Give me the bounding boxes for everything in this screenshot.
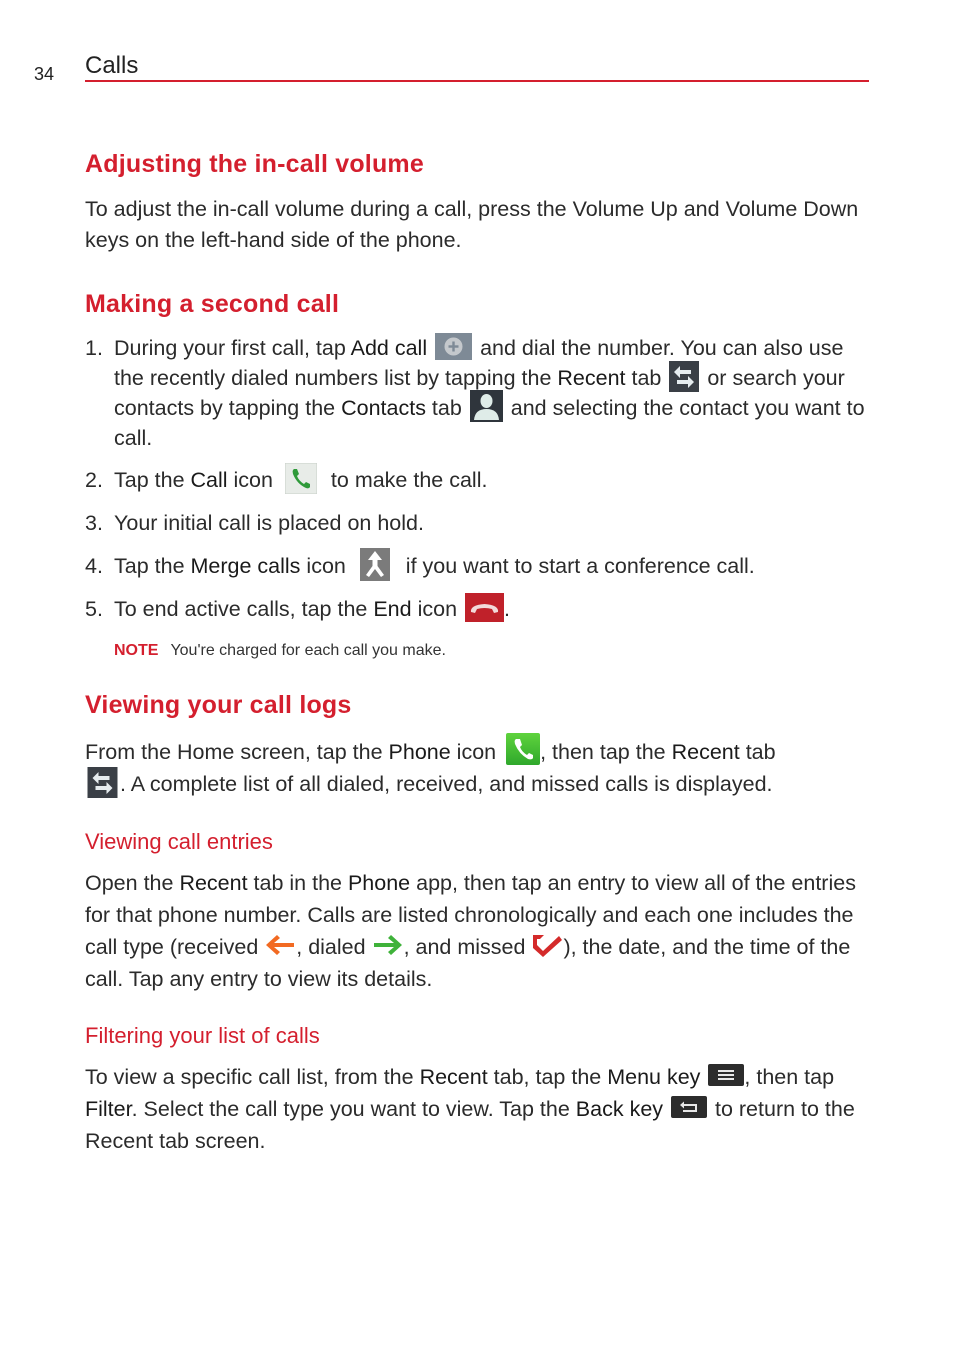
term-add-call: Add call [350, 336, 428, 360]
menu-key-icon [708, 1064, 745, 1087]
text: to make the call. [324, 468, 488, 492]
text: if you want to start a conference call. [399, 554, 755, 578]
text: . Select the call type you want to view.… [131, 1097, 576, 1121]
text: icon [411, 597, 463, 621]
filtering-paragraph: To view a specific call list, from the R… [85, 1061, 875, 1157]
step-number: 2. [85, 468, 103, 492]
heading-adjusting-volume: Adjusting the in-call volume [85, 150, 424, 178]
heading-second-call: Making a second call [85, 290, 340, 318]
text: To view a specific call list, from the [85, 1065, 420, 1089]
add-call-icon [435, 332, 473, 360]
note-text: You're charged for each call you make. [170, 642, 446, 659]
heading-call-entries: Viewing call entries [85, 829, 273, 854]
term-back-key: Back key [575, 1097, 664, 1121]
recent-tab-icon [87, 766, 118, 798]
term-call: Call [190, 468, 228, 492]
text: During your first call, tap [114, 336, 351, 360]
text: icon [300, 554, 352, 578]
note: NOTE You're charged for each call you mak… [114, 642, 446, 660]
step-text: To end active calls, tap the End icon . [114, 592, 874, 624]
step-text: Your initial call is placed on hold. [114, 511, 424, 535]
text: , dialed [296, 935, 372, 959]
merge-calls-icon [359, 547, 390, 581]
contacts-tab-icon [469, 390, 503, 423]
end-call-icon [465, 592, 504, 622]
text: From the Home screen, tap the [85, 740, 389, 764]
heading-call-logs: Viewing your call logs [85, 691, 352, 719]
missed-call-icon [531, 932, 563, 958]
text: . A complete list of all dialed, receive… [120, 772, 773, 796]
term-phone: Phone [347, 871, 411, 895]
header-rule [85, 80, 869, 82]
step-text: Tap the Merge calls icon if you want to … [114, 547, 874, 581]
term-filter: Filter [85, 1097, 132, 1121]
back-key-icon [671, 1096, 708, 1119]
term-recent: Recent [419, 1065, 488, 1089]
dialed-call-icon [372, 933, 404, 957]
step-number: 1. [85, 336, 103, 360]
text: , and missed [403, 935, 532, 959]
text: Tap the [114, 554, 191, 578]
call-entries-paragraph: Open the Recent tab in the Phone app, th… [85, 867, 875, 995]
section-running-head: Calls [85, 52, 139, 79]
volume-paragraph: To adjust the in-call volume during a ca… [85, 197, 859, 252]
text: tab [739, 740, 776, 764]
term-contacts: Contacts [341, 396, 426, 420]
text: icon [450, 740, 503, 764]
heading-filtering: Filtering your list of calls [85, 1023, 320, 1048]
term-recent: Recent [179, 871, 248, 895]
call-icon [284, 462, 317, 494]
term-phone: Phone [388, 740, 451, 764]
text: tab in the [247, 871, 348, 895]
recent-tab-icon [669, 360, 700, 392]
term-end: End [373, 597, 412, 621]
text: tab, tap the [487, 1065, 608, 1089]
text: To end active calls, tap the [114, 597, 374, 621]
text: . [504, 597, 510, 621]
page-number: 34 [34, 64, 55, 84]
text: Tap the [114, 468, 191, 492]
term-recent: Recent [671, 740, 740, 764]
text: tab [425, 396, 468, 420]
received-call-icon [264, 933, 296, 957]
step-number: 4. [85, 554, 103, 578]
term-merge-calls: Merge calls [190, 554, 301, 578]
text: , then tap [744, 1065, 835, 1089]
note-label: NOTE [114, 642, 159, 659]
text: Open the [85, 871, 180, 895]
step-number: 5. [85, 597, 103, 621]
call-logs-paragraph: From the Home screen, tap the Phone icon… [85, 733, 875, 800]
step-text: During your first call, tap Add call and… [114, 332, 874, 453]
term-menu-key: Menu key [607, 1065, 701, 1089]
step-number: 3. [85, 511, 103, 535]
text: tab [625, 366, 668, 390]
term-recent: Recent [557, 366, 626, 390]
step-text: Tap the Call icon to make the call. [114, 462, 874, 495]
text: , then tap the [540, 740, 672, 764]
phone-icon [506, 733, 541, 766]
text: icon [227, 468, 279, 492]
